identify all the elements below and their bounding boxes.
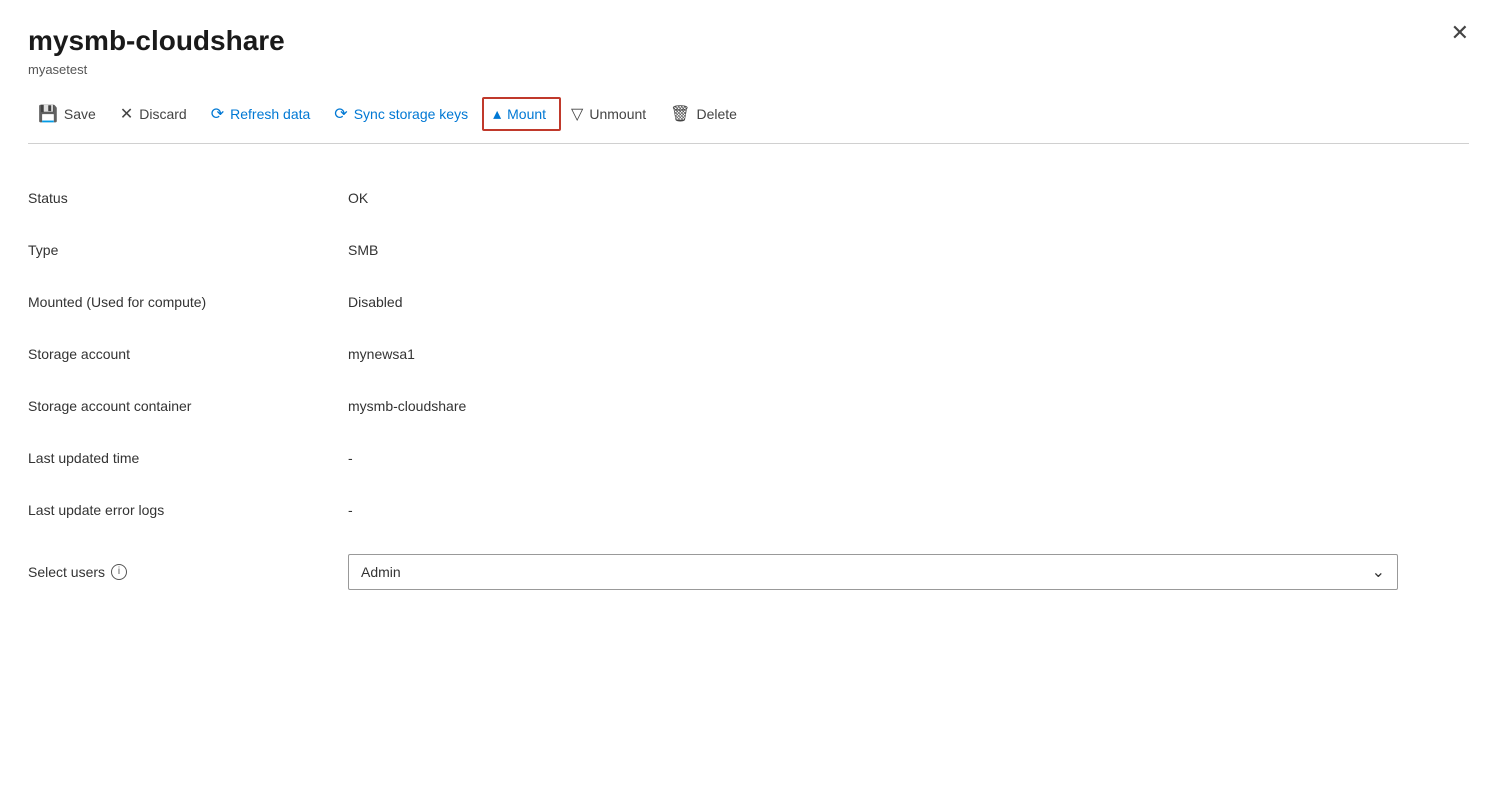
field-label-select-users: Select users i: [28, 536, 348, 608]
delete-button[interactable]: 🗑 Delete: [660, 98, 751, 130]
field-value-error-logs: -: [348, 484, 1469, 536]
delete-icon: 🗑: [670, 104, 690, 124]
sync-icon: ⟳: [334, 104, 347, 124]
select-users-info-icon[interactable]: i: [111, 564, 127, 580]
field-value-last-updated: -: [348, 432, 1469, 484]
select-users-dropdown[interactable]: Admin ⌄: [348, 554, 1398, 590]
field-label-last-updated: Last updated time: [28, 432, 348, 484]
refresh-button[interactable]: ⟳ Refresh data: [201, 98, 325, 130]
detail-panel: mysmb-cloudshare myasetest ✕ 💾 Save ✕ Di…: [0, 0, 1497, 808]
refresh-icon: ⟳: [211, 104, 224, 124]
field-value-mounted: Disabled: [348, 276, 1469, 328]
discard-button[interactable]: ✕ Discard: [110, 98, 201, 130]
field-value-storage-account: mynewsa1: [348, 328, 1469, 380]
panel-subtitle: myasetest: [28, 62, 1469, 77]
field-label-mounted: Mounted (Used for compute): [28, 276, 348, 328]
field-label-storage-account: Storage account: [28, 328, 348, 380]
field-label-type: Type: [28, 224, 348, 276]
field-value-status: OK: [348, 172, 1469, 224]
close-icon: ✕: [1451, 20, 1469, 45]
toolbar: 💾 Save ✕ Discard ⟳ Refresh data ⟳ Sync s…: [28, 97, 1469, 144]
select-users-value: Admin: [361, 564, 401, 580]
field-label-storage-container: Storage account container: [28, 380, 348, 432]
field-value-select-users: Admin ⌄: [348, 536, 1469, 608]
field-value-type: SMB: [348, 224, 1469, 276]
unmount-icon: ▽: [571, 104, 583, 124]
save-icon: 💾: [38, 104, 58, 124]
unmount-button[interactable]: ▽ Unmount: [561, 98, 660, 130]
field-label-status: Status: [28, 172, 348, 224]
content-area: Status OK Type SMB Mounted (Used for com…: [28, 172, 1469, 608]
save-button[interactable]: 💾 Save: [28, 98, 110, 130]
close-button[interactable]: ✕: [1451, 22, 1469, 44]
discard-icon: ✕: [120, 104, 133, 124]
sync-button[interactable]: ⟳ Sync storage keys: [324, 98, 482, 130]
panel-title: mysmb-cloudshare: [28, 24, 1469, 58]
field-value-storage-container: mysmb-cloudshare: [348, 380, 1469, 432]
field-label-error-logs: Last update error logs: [28, 484, 348, 536]
mount-button[interactable]: ▴ Mount: [482, 97, 561, 131]
mount-icon: ▴: [493, 104, 501, 124]
chevron-down-icon: ⌄: [1372, 562, 1385, 582]
